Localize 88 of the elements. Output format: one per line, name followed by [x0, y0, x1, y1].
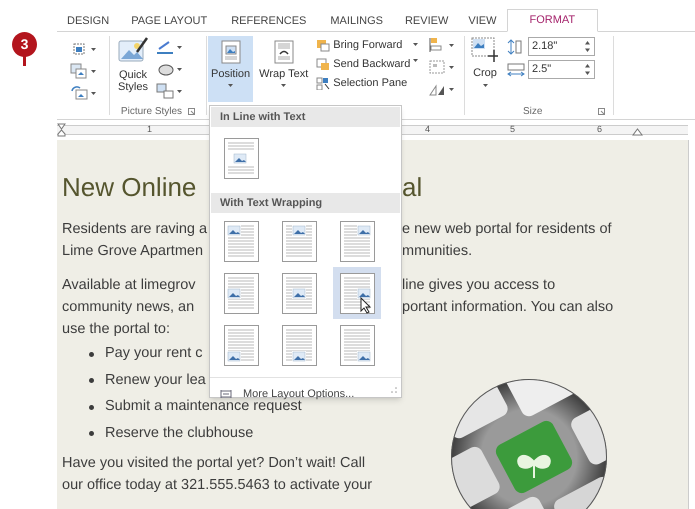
picture-swap-icon[interactable]	[70, 63, 88, 79]
wrap-text-icon[interactable]	[272, 40, 295, 64]
dialog-launcher-icon[interactable]	[598, 108, 605, 114]
body-text: community news, an	[62, 298, 194, 318]
layout-thumbnail-icon	[340, 220, 374, 262]
body-text: use the portal to:	[62, 320, 170, 340]
spinner-icon[interactable]	[585, 64, 590, 75]
body-text: Have you visited the portal yet? Don’t wait! Call	[62, 454, 366, 474]
list-item-text: Pay your rent c	[105, 344, 203, 364]
ruler-number: 5	[510, 123, 516, 136]
ribbon-tab[interactable]: PAGE LAYOUT	[119, 11, 220, 31]
ribbon-tab[interactable]: MAILINGS	[318, 11, 395, 31]
ribbon-button[interactable]: Wrap Text	[256, 36, 312, 102]
caret-icon[interactable]	[177, 46, 182, 48]
badge-pin	[23, 56, 26, 66]
layout-option[interactable]	[333, 267, 381, 319]
caret-icon[interactable]	[177, 90, 182, 92]
ribbon-button[interactable]: Bring Forward	[316, 36, 410, 55]
layout-options-icon[interactable]	[220, 389, 232, 400]
body-text: portant information. You can also	[402, 299, 614, 316]
size-field[interactable]: 2.5"	[528, 60, 595, 79]
layout-thumbnail-icon	[224, 138, 258, 178]
body-text: Lime Grove Apartmen	[62, 242, 204, 262]
cursor-icon[interactable]	[360, 297, 372, 314]
indent-marker-icon[interactable]	[57, 123, 66, 137]
caret-icon[interactable]	[177, 68, 182, 70]
group-label: Picture Styles	[120, 104, 182, 118]
layout-thumbnail-icon	[340, 272, 374, 314]
body-text: our office today at 321.555.5463 to activate your	[62, 476, 372, 496]
layout-thumbnail-icon	[282, 324, 316, 366]
send-backward-icon[interactable]	[316, 58, 330, 71]
document-heading: al	[402, 170, 424, 204]
body-text: mmunities.	[402, 243, 472, 260]
ribbon-button[interactable]: Selection Pane	[316, 74, 410, 93]
body-text: line gives you access to	[402, 277, 556, 294]
ribbon-tab[interactable]: REFERENCES	[219, 11, 318, 31]
indent-marker-icon[interactable]	[632, 128, 643, 136]
document-heading: New Online	[62, 170, 198, 204]
caret-icon[interactable]	[449, 44, 454, 46]
crop-icon[interactable]	[471, 36, 499, 62]
layout-thumbnail-icon	[282, 220, 316, 262]
group-label: Size	[523, 104, 542, 118]
quick-styles-button[interactable]: Quick Styles	[114, 36, 152, 93]
picture-reset-icon[interactable]	[70, 85, 88, 101]
layout-thumbnail-icon	[224, 272, 258, 314]
step-badge: 3	[12, 32, 37, 57]
size-field[interactable]: 2.18"	[528, 37, 595, 56]
picture-layout-icon[interactable]	[156, 83, 174, 99]
menu-section-heading: With Text Wrapping	[211, 193, 400, 213]
width-icon[interactable]	[507, 62, 525, 78]
bring-forward-icon[interactable]	[316, 39, 330, 52]
spinner-icon[interactable]	[585, 41, 590, 52]
ruler-number: 4	[425, 123, 430, 136]
ruler-number: 1	[147, 123, 152, 136]
caret-icon[interactable]	[413, 59, 418, 62]
ribbon-tab[interactable]: FORMAT	[506, 9, 598, 32]
ribbon-tab[interactable]: DESIGN	[57, 11, 120, 31]
body-text: Residents are raving a	[62, 220, 208, 240]
ruler-number: 6	[597, 123, 602, 136]
menu-section-heading: In Line with Text	[211, 107, 400, 127]
ribbon-tab[interactable]: REVIEW	[394, 11, 458, 31]
list-item-text: Submit a maintenance request	[105, 398, 302, 416]
layout-thumbnail-icon	[224, 324, 258, 366]
caret-icon[interactable]	[228, 84, 234, 87]
body-text: Available at limegrov	[62, 276, 196, 296]
position-icon[interactable]	[220, 40, 242, 64]
caret-icon[interactable]	[449, 88, 454, 90]
caret-icon[interactable]	[91, 70, 96, 72]
layout-thumbnail-icon	[282, 272, 316, 314]
list-item-text: Renew your lea	[105, 370, 206, 390]
picture-border-icon[interactable]	[156, 39, 174, 55]
layout-thumbnail-icon	[340, 324, 374, 366]
caret-icon[interactable]	[482, 84, 488, 87]
crop-button[interactable]: Crop	[471, 36, 499, 87]
dialog-launcher-icon[interactable]	[188, 108, 196, 114]
body-text: e new web portal for residents of	[402, 221, 612, 238]
ribbon-button[interactable]: Send Backward	[316, 55, 410, 74]
list-item-text: Reserve the clubhouse	[105, 424, 254, 443]
ribbon-button[interactable]: Position	[208, 36, 254, 102]
caret-icon[interactable]	[281, 84, 286, 87]
caret-icon[interactable]	[449, 66, 454, 68]
caret-icon[interactable]	[91, 92, 96, 94]
layout-thumbnail-icon	[224, 220, 258, 262]
caret-icon[interactable]	[413, 43, 418, 46]
ribbon-tab[interactable]: VIEW	[458, 11, 506, 31]
resize-grip-icon[interactable]	[391, 387, 397, 393]
caret-icon[interactable]	[91, 48, 96, 50]
selection-pane-icon[interactable]	[316, 77, 330, 90]
